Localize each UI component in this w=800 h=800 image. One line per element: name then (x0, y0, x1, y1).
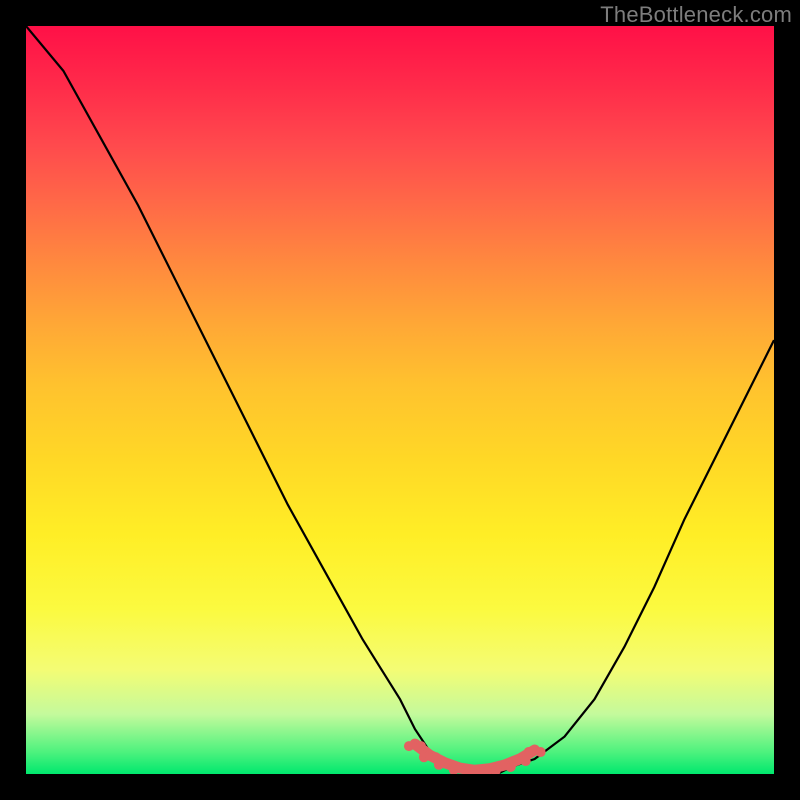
chart-overlay (26, 26, 774, 774)
band-dot (521, 756, 531, 766)
attribution-label: TheBottleneck.com (600, 2, 792, 28)
plot-area (26, 26, 774, 774)
low-bottleneck-band (404, 739, 546, 774)
band-dot (416, 741, 426, 751)
bottleneck-curve-line (26, 26, 774, 774)
chart-container: TheBottleneck.com (0, 0, 800, 800)
band-dot (536, 747, 546, 757)
